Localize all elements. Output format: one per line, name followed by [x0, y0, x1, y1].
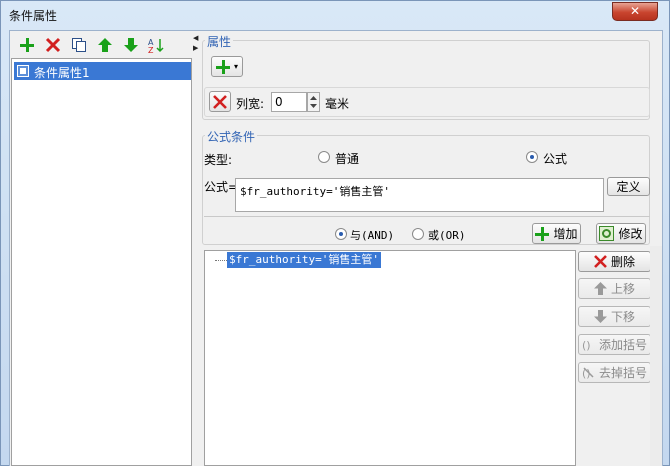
attributes-legend: 属性: [205, 33, 234, 50]
move-up-icon[interactable]: [94, 34, 116, 56]
modify-icon: [599, 226, 615, 241]
and-radio[interactable]: [335, 228, 347, 240]
left-toolbar: AZ: [10, 34, 192, 58]
type-formula-radio[interactable]: [526, 151, 538, 163]
expand-right-icon[interactable]: ▶: [193, 44, 198, 52]
window-title: 条件属性: [9, 9, 58, 23]
column-width-label: 列宽:: [236, 97, 265, 111]
or-radio[interactable]: [412, 228, 424, 240]
add-icon[interactable]: [16, 34, 38, 56]
pane-splitter[interactable]: ◀ ▶: [192, 34, 200, 466]
column-width-unit: 毫米: [325, 97, 350, 111]
delete-icon[interactable]: [42, 34, 64, 56]
and-label[interactable]: 与(AND): [350, 227, 394, 243]
attribute-icon: [17, 65, 29, 77]
tree-connector: [215, 260, 227, 261]
dropdown-arrow-icon: ▾: [233, 62, 238, 71]
add-bracket-icon: (): [582, 339, 591, 351]
condition-list-item[interactable]: $fr_authority='销售主管': [227, 252, 381, 268]
type-normal-label[interactable]: 普通: [335, 150, 359, 167]
remove-bracket-label: 去掉括号: [598, 366, 647, 380]
type-formula-label[interactable]: 公式: [543, 150, 567, 167]
define-button[interactable]: 定义: [607, 177, 650, 196]
add-icon: [535, 226, 550, 241]
add-bracket-label: 添加括号: [598, 338, 647, 352]
move-down-icon[interactable]: [120, 34, 142, 56]
formula-input[interactable]: $fr_authority='销售主管': [235, 178, 604, 212]
condition-attribute-list[interactable]: 条件属性1: [11, 58, 192, 466]
sort-icon[interactable]: AZ: [146, 34, 168, 56]
remove-bracket-button[interactable]: () 去掉括号: [578, 362, 651, 383]
move-up-label: 上移: [610, 282, 635, 296]
copy-icon[interactable]: [68, 34, 90, 56]
delete-icon: [213, 94, 227, 109]
list-item[interactable]: 条件属性1: [14, 62, 191, 80]
condition-list[interactable]: $fr_authority='销售主管': [204, 250, 576, 466]
add-condition-label: 增加: [553, 227, 578, 241]
delete-condition-label: 删除: [610, 255, 635, 269]
delete-condition-button[interactable]: 删除: [578, 251, 651, 272]
divider: [204, 216, 650, 217]
move-up-icon: [593, 282, 607, 295]
svg-text:(): (): [582, 339, 591, 351]
move-down-label: 下移: [610, 310, 635, 324]
close-button[interactable]: ✕: [612, 2, 658, 21]
column-width-spinner[interactable]: [307, 92, 320, 112]
spinner-arrows-icon: [310, 96, 317, 108]
svg-text:Z: Z: [148, 46, 154, 53]
title-bar: 条件属性 ✕: [1, 1, 670, 29]
type-label: 类型:: [204, 153, 233, 167]
delete-icon: [594, 255, 607, 268]
add-attribute-button[interactable]: ▾: [211, 56, 243, 77]
remove-bracket-icon: (): [582, 367, 594, 379]
add-icon: [215, 59, 230, 74]
remove-attribute-button[interactable]: [209, 91, 231, 112]
type-normal-radio[interactable]: [318, 151, 330, 163]
formula-label: 公式=: [204, 180, 239, 194]
move-up-button[interactable]: 上移: [578, 278, 651, 299]
add-condition-button[interactable]: 增加: [532, 223, 581, 244]
modify-condition-button[interactable]: 修改: [596, 223, 646, 244]
collapse-left-icon[interactable]: ◀: [193, 34, 198, 42]
right-scrollbar[interactable]: [650, 246, 662, 466]
list-item-label: 条件属性1: [34, 66, 90, 80]
formula-condition-legend: 公式条件: [205, 128, 258, 145]
modify-condition-label: 修改: [618, 227, 643, 241]
column-width-input[interactable]: 0: [271, 92, 307, 112]
move-down-icon: [593, 310, 607, 323]
move-down-button[interactable]: 下移: [578, 306, 651, 327]
or-label[interactable]: 或(OR): [428, 227, 466, 243]
add-bracket-button[interactable]: () 添加括号: [578, 334, 651, 355]
